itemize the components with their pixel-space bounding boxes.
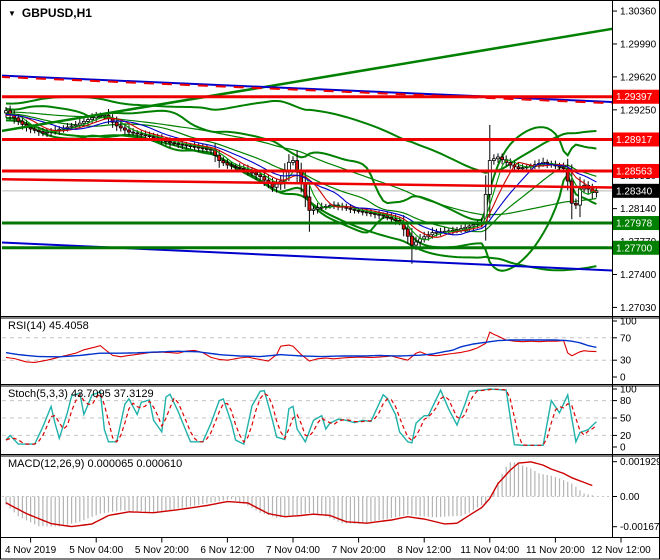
stoch-plot[interactable]: [2, 388, 612, 446]
time-tick-label: 8 Nov 12:00: [397, 545, 451, 556]
time-tick-label: 5 Nov 20:00: [135, 545, 189, 556]
pane-borders: [0, 0, 660, 560]
price-badge-label: 1.28917: [616, 135, 653, 146]
axis-tick-label: 20: [620, 431, 632, 442]
rsi-line: [5, 331, 597, 363]
rsi-axis: 100 70 30 0: [612, 317, 637, 384]
time-tick-label: 7 Nov 04:00: [266, 545, 320, 556]
price-badge-label: 1.28340: [616, 186, 653, 197]
macd-histogram: [5, 462, 593, 527]
rsi-plot[interactable]: [2, 331, 612, 363]
symbol-text: GBPUSD,H1: [21, 6, 92, 20]
time-tick-label: 11 Nov 20:00: [526, 545, 585, 556]
descending-blue-upper[interactable]: [0, 74, 660, 104]
price-tick-label: 1.27030: [620, 303, 657, 314]
time-axis[interactable]: 4 Nov 2019 5 Nov 04:00 5 Nov 20:00 6 Nov 12…: [5, 537, 651, 557]
alligator-layer: [5, 113, 597, 241]
time-tick-label: 5 Nov 04:00: [69, 545, 123, 556]
time-tick-label: 4 Nov 2019: [5, 545, 57, 556]
macd-plot[interactable]: [2, 461, 612, 528]
axis-tick-label: 100: [620, 317, 637, 328]
time-tick-label: 7 Nov 20:00: [332, 545, 386, 556]
axis-tick-label: 50: [620, 414, 632, 425]
macd-axis: 0.001929 0.00 -0.001673: [612, 457, 660, 533]
chart-window: 1.303601.299901.296201.292501.288801.285…: [0, 0, 660, 560]
price-tick-label: 1.30360: [620, 7, 657, 18]
chart-canvas[interactable]: 1.303601.299901.296201.292501.288801.285…: [0, 0, 660, 560]
price-tick-label: 1.29250: [620, 105, 657, 116]
price-badge-label: 1.28563: [616, 166, 653, 177]
stoch-k-line: [5, 388, 597, 446]
price-tick-label: 1.29990: [620, 39, 657, 50]
macd-signal-line: [5, 461, 593, 528]
axis-tick-label: 80: [620, 396, 632, 407]
ascending-green-channel[interactable]: [0, 21, 660, 133]
chart-dropdown-icon[interactable]: ▼: [8, 9, 16, 18]
axis-tick-label: -0.001673: [620, 522, 660, 533]
axis-tick-label: 30: [620, 356, 632, 367]
main-pane-plot[interactable]: [0, 21, 660, 273]
symbol-label[interactable]: ▼ GBPUSD,H1: [8, 6, 92, 20]
axis-tick-label: 0: [620, 443, 626, 454]
axis-tick-label: 0.001929: [620, 457, 660, 468]
price-tick-label: 1.28140: [620, 204, 657, 215]
descending-red-dashed-upper[interactable]: [0, 75, 660, 105]
axis-tick-label: 0: [620, 373, 626, 384]
time-tick-label: 12 Nov 12:00: [591, 545, 651, 556]
price-badge-label: 1.27700: [616, 243, 653, 254]
price-axis[interactable]: 1.303601.299901.296201.292501.288801.285…: [612, 7, 657, 314]
price-tick-label: 1.29620: [620, 72, 657, 83]
axis-tick-label: 100: [620, 385, 637, 396]
time-tick-label: 11 Nov 04:00: [460, 545, 519, 556]
axis-tick-label: 0.00: [620, 492, 640, 503]
axis-tick-label: 70: [620, 333, 632, 344]
candles-layer: [4, 105, 599, 264]
price-badge-label: 1.27978: [616, 219, 653, 230]
price-badge-label: 1.29397: [616, 92, 653, 103]
stoch-axis: 10080 50 200: [612, 385, 637, 454]
time-tick-label: 6 Nov 12:00: [200, 545, 254, 556]
price-tick-label: 1.27400: [620, 270, 657, 281]
